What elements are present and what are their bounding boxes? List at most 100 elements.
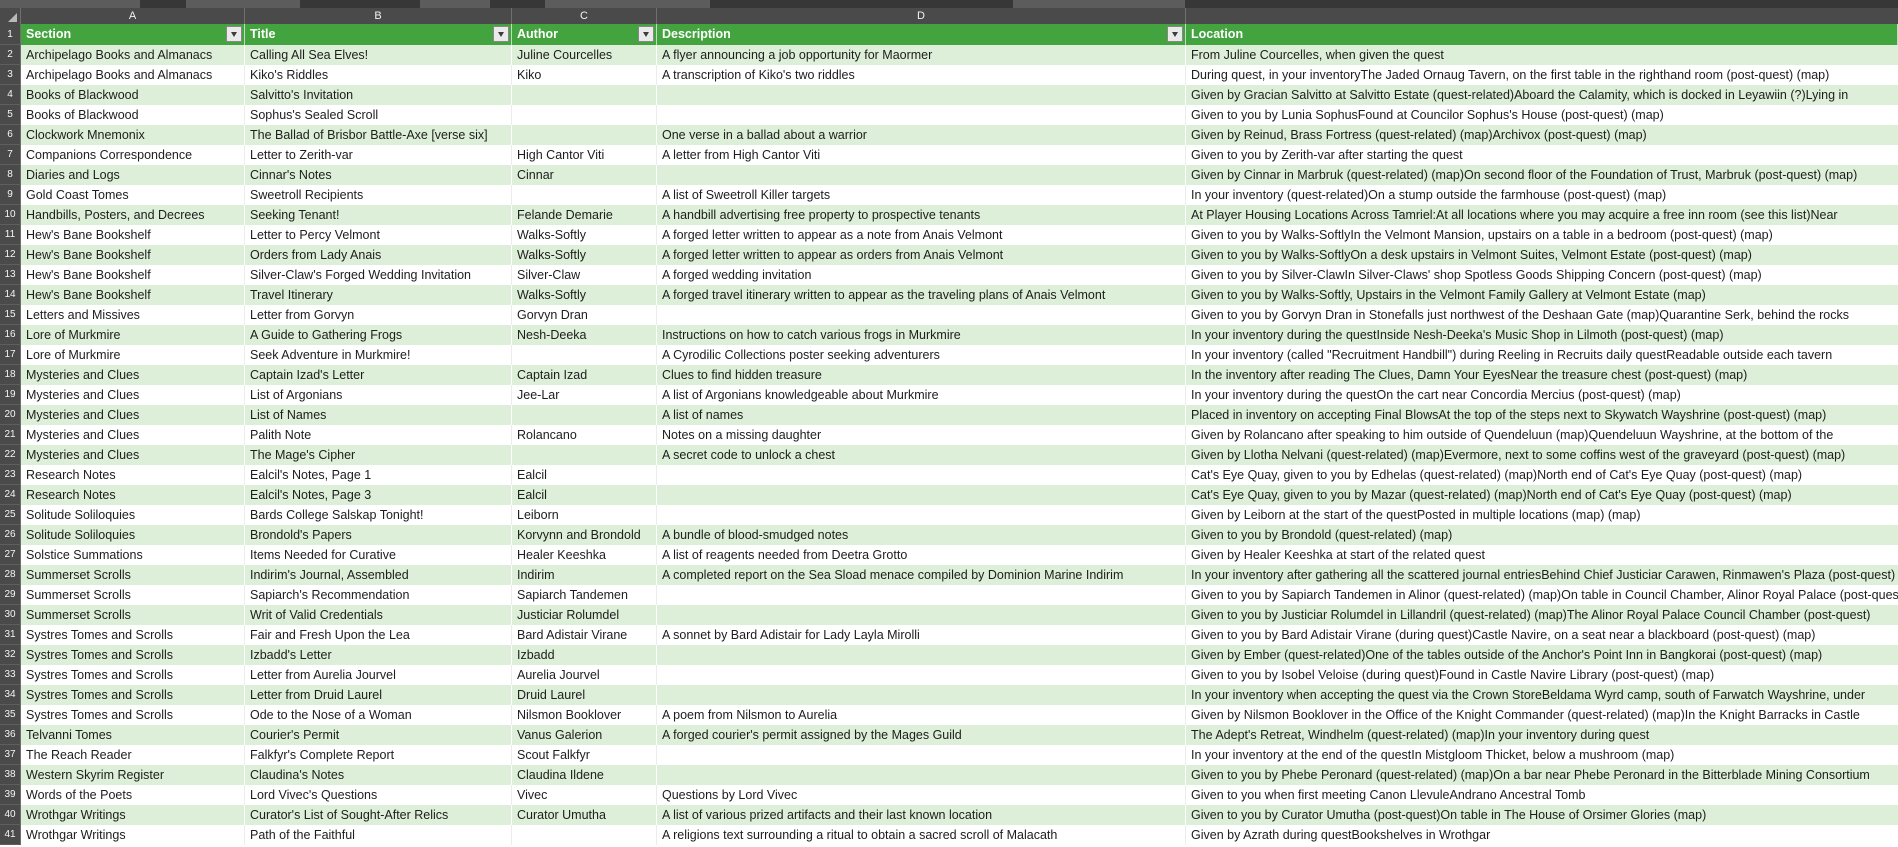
row-number[interactable]: 27 — [0, 545, 21, 565]
cell-title[interactable]: Falkfyr's Complete Report — [245, 745, 512, 765]
cell-author[interactable]: Bard Adistair Virane — [512, 625, 657, 645]
cell-title[interactable]: Letter from Aurelia Jourvel — [245, 665, 512, 685]
cell-section[interactable]: Archipelago Books and Almanacs — [21, 45, 245, 65]
row-number[interactable]: 23 — [0, 465, 21, 485]
cell-description[interactable]: A secret code to unlock a chest — [657, 445, 1186, 465]
cell-description[interactable] — [657, 665, 1186, 685]
row-number[interactable]: 41 — [0, 825, 21, 845]
cell-description[interactable]: One verse in a ballad about a warrior — [657, 125, 1186, 145]
cell-section[interactable]: Books of Blackwood — [21, 85, 245, 105]
cell-location[interactable]: Given by Azrath during questBookshelves … — [1186, 825, 1898, 845]
cell-title[interactable]: Lord Vivec's Questions — [245, 785, 512, 805]
cell-title[interactable]: Indirim's Journal, Assembled — [245, 565, 512, 585]
cell-description[interactable]: Clues to find hidden treasure — [657, 365, 1186, 385]
cell-description[interactable]: Questions by Lord Vivec — [657, 785, 1186, 805]
cell-author[interactable]: Ealcil — [512, 465, 657, 485]
cell-author[interactable]: Sapiarch Tandemen — [512, 585, 657, 605]
cell-description[interactable]: A completed report on the Sea Sload mena… — [657, 565, 1186, 585]
cell-author[interactable]: Kiko — [512, 65, 657, 85]
cell-title[interactable]: Writ of Valid Credentials — [245, 605, 512, 625]
cell-section[interactable]: Clockwork Mnemonix — [21, 125, 245, 145]
cell-author[interactable]: Justiciar Rolumdel — [512, 605, 657, 625]
cell-author[interactable] — [512, 345, 657, 365]
cell-section[interactable]: Systres Tomes and Scrolls — [21, 705, 245, 725]
cell-description[interactable]: Notes on a missing daughter — [657, 425, 1186, 445]
cell-description[interactable]: A list of various prized artifacts and t… — [657, 805, 1186, 825]
column-header-description[interactable]: Description — [657, 24, 1186, 45]
cell-section[interactable]: Systres Tomes and Scrolls — [21, 665, 245, 685]
cell-title[interactable]: Captain Izad's Letter — [245, 365, 512, 385]
cell-title[interactable]: Orders from Lady Anais — [245, 245, 512, 265]
cell-author[interactable]: Scout Falkfyr — [512, 745, 657, 765]
row-number[interactable]: 25 — [0, 505, 21, 525]
cell-title[interactable]: Calling All Sea Elves! — [245, 45, 512, 65]
cell-description[interactable] — [657, 85, 1186, 105]
cell-location[interactable]: Given to you by Bard Adistair Virane (du… — [1186, 625, 1898, 645]
cell-title[interactable]: Cinnar's Notes — [245, 165, 512, 185]
cell-description[interactable] — [657, 605, 1186, 625]
cell-description[interactable] — [657, 485, 1186, 505]
cell-description[interactable]: A religions text surrounding a ritual to… — [657, 825, 1186, 845]
cell-location[interactable]: Cat's Eye Quay, given to you by Edhelas … — [1186, 465, 1898, 485]
cell-title[interactable]: Letter to Zerith-var — [245, 145, 512, 165]
cell-title[interactable]: Sophus's Sealed Scroll — [245, 105, 512, 125]
cell-author[interactable]: Felande Demarie — [512, 205, 657, 225]
cell-description[interactable]: A forged wedding invitation — [657, 265, 1186, 285]
cell-author[interactable]: Healer Keeshka — [512, 545, 657, 565]
row-number[interactable]: 12 — [0, 245, 21, 265]
cell-location[interactable]: Given by Healer Keeshka at start of the … — [1186, 545, 1898, 565]
cell-location[interactable]: In your inventory at the end of the ques… — [1186, 745, 1898, 765]
row-number[interactable]: 28 — [0, 565, 21, 585]
cell-location[interactable]: Given by Rolancano after speaking to him… — [1186, 425, 1898, 445]
cell-location[interactable]: Given to you by Walks-SoftlyIn the Velmo… — [1186, 225, 1898, 245]
cell-description[interactable] — [657, 745, 1186, 765]
cell-section[interactable]: Lore of Murkmire — [21, 325, 245, 345]
row-number[interactable]: 30 — [0, 605, 21, 625]
cell-title[interactable]: List of Argonians — [245, 385, 512, 405]
filter-button-author[interactable] — [638, 26, 654, 42]
cell-title[interactable]: A Guide to Gathering Frogs — [245, 325, 512, 345]
cell-description[interactable]: A list of Argonians knowledgeable about … — [657, 385, 1186, 405]
cell-location[interactable]: Given by Ember (quest-related)One of the… — [1186, 645, 1898, 665]
cell-title[interactable]: Izbadd's Letter — [245, 645, 512, 665]
cell-location[interactable]: Given by Llotha Nelvani (quest-related) … — [1186, 445, 1898, 465]
row-number[interactable]: 17 — [0, 345, 21, 365]
cell-location[interactable]: Given to you by Silver-ClawIn Silver-Cla… — [1186, 265, 1898, 285]
cell-author[interactable]: Walks-Softly — [512, 285, 657, 305]
column-letter-c[interactable]: C — [512, 8, 657, 24]
cell-location[interactable]: Given by Nilsmon Booklover in the Office… — [1186, 705, 1898, 725]
cell-location[interactable]: Given by Leiborn at the start of the que… — [1186, 505, 1898, 525]
cell-section[interactable]: Mysteries and Clues — [21, 405, 245, 425]
cell-description[interactable]: A flyer announcing a job opportunity for… — [657, 45, 1186, 65]
cell-section[interactable]: Mysteries and Clues — [21, 385, 245, 405]
cell-location[interactable]: Given to you by Curator Umutha (post-que… — [1186, 805, 1898, 825]
cell-location[interactable]: Given by Gracian Salvitto at Salvitto Es… — [1186, 85, 1898, 105]
row-number[interactable]: 21 — [0, 425, 21, 445]
cell-author[interactable] — [512, 125, 657, 145]
cell-section[interactable]: Telvanni Tomes — [21, 725, 245, 745]
cell-section[interactable]: Mysteries and Clues — [21, 425, 245, 445]
row-number[interactable]: 10 — [0, 205, 21, 225]
cell-title[interactable]: Bards College Salskap Tonight! — [245, 505, 512, 525]
cell-author[interactable] — [512, 445, 657, 465]
cell-author[interactable] — [512, 405, 657, 425]
cell-title[interactable]: Kiko's Riddles — [245, 65, 512, 85]
cell-description[interactable] — [657, 465, 1186, 485]
cell-author[interactable] — [512, 825, 657, 845]
cell-title[interactable]: Items Needed for Curative — [245, 545, 512, 565]
cell-title[interactable]: Seeking Tenant! — [245, 205, 512, 225]
cell-section[interactable]: Companions Correspondence — [21, 145, 245, 165]
cell-description[interactable]: A forged courier's permit assigned by th… — [657, 725, 1186, 745]
cell-description[interactable]: A handbill advertising free property to … — [657, 205, 1186, 225]
column-header-section[interactable]: Section — [21, 24, 245, 45]
cell-location[interactable]: In your inventory during the questOn the… — [1186, 385, 1898, 405]
cell-section[interactable]: Archipelago Books and Almanacs — [21, 65, 245, 85]
row-number[interactable]: 3 — [0, 65, 21, 85]
cell-title[interactable]: List of Names — [245, 405, 512, 425]
cell-author[interactable]: Izbadd — [512, 645, 657, 665]
cell-location[interactable]: In your inventory after gathering all th… — [1186, 565, 1898, 585]
row-number[interactable]: 39 — [0, 785, 21, 805]
cell-author[interactable]: Rolancano — [512, 425, 657, 445]
cell-location[interactable]: Cat's Eye Quay, given to you by Mazar (q… — [1186, 485, 1898, 505]
cell-description[interactable]: A poem from Nilsmon to Aurelia — [657, 705, 1186, 725]
